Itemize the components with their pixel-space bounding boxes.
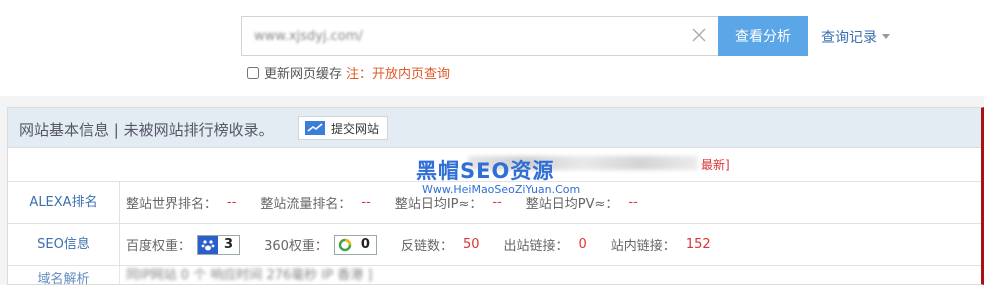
- so-ring-icon: [334, 235, 355, 254]
- query-history-dropdown[interactable]: 查询记录: [821, 27, 890, 47]
- new-tag: 最新]: [701, 158, 730, 172]
- outlinks-key: 出站链接：: [503, 239, 569, 254]
- backlinks-value: 50: [462, 237, 480, 252]
- search-box: [241, 16, 719, 56]
- dns-content: 同IP网站 0 个 响应时间 276毫秒 IP 香港 ]: [126, 267, 373, 283]
- inner-page-note: 注：开放内页查询: [346, 67, 451, 82]
- panel-header: 网站基本信息 | 未被网站排行榜收录。 提交网站: [8, 108, 981, 148]
- analyze-button[interactable]: 查看分析: [718, 16, 808, 56]
- panel-title: 网站基本信息 | 未被网站排行榜收录。: [19, 121, 274, 139]
- dns-label[interactable]: 域名解析: [8, 266, 120, 285]
- search-input[interactable]: [254, 26, 654, 46]
- baidu-weight-badge[interactable]: 3: [197, 234, 241, 255]
- submit-site-button[interactable]: 提交网站: [298, 116, 389, 140]
- cache-option: 更新网页缓存 注：开放内页查询: [247, 63, 450, 82]
- baidu-weight-value: 3: [224, 237, 234, 252]
- seo-row: SEO信息 百度权重： 3 360权重： 0 反链数： 50 出站链接： 0 站…: [8, 224, 981, 266]
- watermark-logo: 黑帽SEO资源: [416, 159, 555, 183]
- submit-site-label: 提交网站: [331, 121, 380, 136]
- close-icon[interactable]: [691, 27, 707, 43]
- alexa-label[interactable]: ALEXA排名: [8, 182, 120, 223]
- site-banner-row: 最新] 黑帽SEO资源 Www.HeiMaoSeoZiYuan.Com: [8, 148, 981, 196]
- site-info-panel: 网站基本信息 | 未被网站排行榜收录。 提交网站 最新] 黑帽SEO资源 Www…: [7, 107, 984, 285]
- inlinks-value: 152: [685, 237, 711, 252]
- so-weight-value: 0: [360, 237, 370, 252]
- baidu-weight-key: 百度权重：: [126, 239, 192, 254]
- query-history-label: 查询记录: [821, 30, 877, 46]
- seo-label[interactable]: SEO信息: [8, 224, 120, 265]
- watermark-url: Www.HeiMaoSeoZiYuan.Com: [422, 183, 581, 196]
- world-rank-key: 整站世界排名：: [126, 197, 218, 212]
- traffic-rank-value: --: [361, 195, 371, 210]
- world-rank-value: --: [227, 195, 237, 210]
- update-cache-label: 更新网页缓存: [264, 67, 343, 82]
- so-weight-badge[interactable]: 0: [333, 234, 377, 255]
- inlinks-key: 站内链接：: [610, 239, 676, 254]
- dns-row: 域名解析 同IP网站 0 个 响应时间 276毫秒 IP 香港 ]: [8, 266, 981, 285]
- daily-pv-value: --: [628, 195, 638, 210]
- chevron-down-icon: [882, 34, 890, 39]
- update-cache-checkbox[interactable]: [247, 66, 259, 79]
- so-weight-key: 360权重：: [264, 239, 328, 254]
- outlinks-value: 0: [578, 237, 587, 252]
- backlinks-key: 反链数：: [400, 239, 453, 254]
- trend-chart-icon: [305, 121, 325, 135]
- traffic-rank-key: 整站流量排名：: [260, 197, 352, 212]
- daily-ip-value: --: [492, 195, 502, 210]
- baidu-paw-icon: [198, 235, 219, 254]
